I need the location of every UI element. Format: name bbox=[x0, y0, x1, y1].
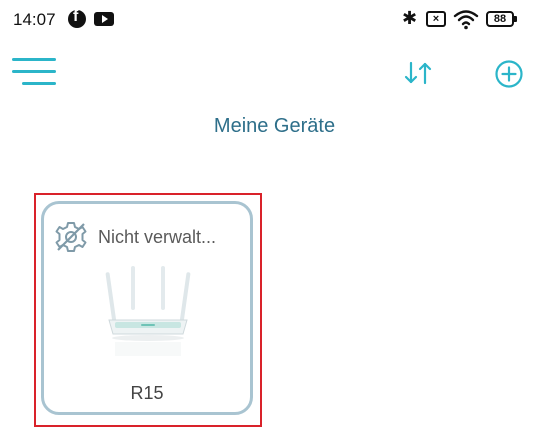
plus-circle-icon[interactable] bbox=[494, 59, 524, 89]
sort-arrows-icon[interactable] bbox=[402, 58, 436, 90]
bluetooth-icon: ✱ bbox=[402, 8, 418, 28]
no-sim-icon: × bbox=[426, 11, 446, 27]
device-card[interactable]: Nicht verwalt... R15 bbox=[41, 201, 253, 415]
menu-line-middle bbox=[12, 70, 56, 73]
page-title: Meine Geräte bbox=[213, 115, 336, 137]
battery-indicator: 88 bbox=[486, 11, 517, 27]
menu-line-bottom bbox=[22, 82, 56, 85]
status-bar: 14:07 ✱ × 88 bbox=[0, 0, 549, 40]
menu-line-top bbox=[12, 58, 56, 61]
youtube-icon bbox=[94, 12, 114, 26]
unmanaged-gear-icon bbox=[55, 222, 87, 252]
wifi-icon bbox=[453, 10, 479, 30]
device-name: R15 bbox=[130, 383, 164, 403]
status-time: 14:07 bbox=[13, 10, 56, 29]
router-image bbox=[105, 266, 191, 356]
device-status-label: Nicht verwalt... bbox=[98, 227, 217, 247]
facebook-icon bbox=[68, 8, 86, 28]
menu-button[interactable] bbox=[12, 56, 58, 88]
